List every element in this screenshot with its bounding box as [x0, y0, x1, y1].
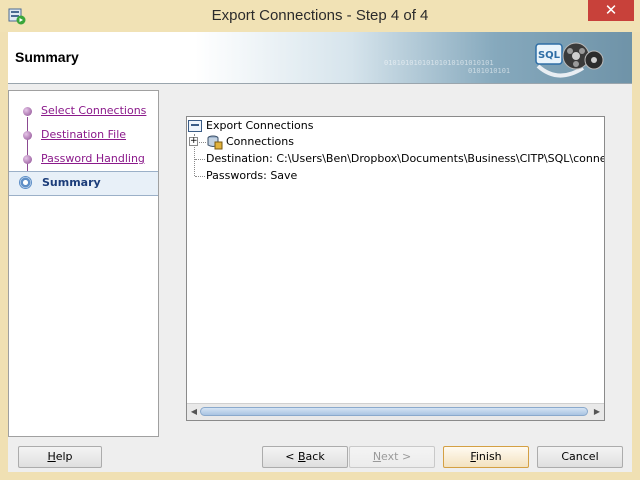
- current-step-icon: [19, 176, 32, 189]
- dialog-body: Summary 01010101010101010101010101 01010…: [8, 32, 632, 472]
- header-banner: Summary 01010101010101010101010101 01010…: [8, 32, 632, 84]
- page-title: Summary: [15, 49, 79, 65]
- scroll-thumb[interactable]: [200, 407, 588, 416]
- tree-passwords-label: Passwords: Save: [206, 169, 298, 182]
- expand-icon[interactable]: +: [189, 137, 198, 146]
- cancel-button[interactable]: Cancel: [537, 446, 623, 468]
- scroll-right-icon[interactable]: ▶: [590, 406, 604, 418]
- export-root-icon: [188, 120, 202, 132]
- wizard-steps-panel: Select Connections Destination File Pass…: [8, 90, 159, 437]
- step-select-connections[interactable]: Select Connections: [9, 100, 158, 123]
- tree-root-label: Export Connections: [206, 119, 314, 132]
- tree-destination-label: Destination: C:\Users\Ben\Dropbox\Docume…: [206, 152, 604, 165]
- back-button[interactable]: < Back: [262, 446, 348, 468]
- tree-root-row[interactable]: Export Connections: [187, 118, 604, 134]
- svg-text:SQL: SQL: [538, 50, 561, 61]
- binary-decoration: 01010101010101010101010101 0101010101: [384, 59, 511, 75]
- tree-passwords-row[interactable]: Passwords: Save: [187, 168, 604, 184]
- title-bar: Export Connections - Step 4 of 4 ✕: [0, 0, 640, 32]
- step-destination-file[interactable]: Destination File: [9, 124, 158, 147]
- step-dot-icon: [23, 131, 32, 140]
- step-link-destination-file[interactable]: Destination File: [41, 128, 126, 141]
- tree-connections-label: Connections: [226, 135, 294, 148]
- finish-button[interactable]: Finish: [443, 446, 529, 468]
- step-link-select-connections[interactable]: Select Connections: [41, 104, 146, 117]
- close-icon: ✕: [604, 1, 618, 19]
- step-dot-icon: [23, 155, 32, 164]
- step-link-password-handling[interactable]: Password Handling: [41, 152, 145, 165]
- step-label-summary: Summary: [42, 176, 101, 189]
- help-button[interactable]: Help: [18, 446, 102, 468]
- step-password-handling[interactable]: Password Handling: [9, 148, 158, 171]
- tree-destination-row[interactable]: Destination: C:\Users\Ben\Dropbox\Docume…: [187, 151, 604, 167]
- next-button[interactable]: Next >: [349, 446, 435, 468]
- close-button[interactable]: ✕: [588, 0, 634, 21]
- step-summary-current: Summary: [9, 171, 158, 196]
- scroll-left-icon[interactable]: ◀: [187, 406, 201, 418]
- database-connection-icon: [207, 135, 223, 150]
- horizontal-scrollbar[interactable]: ◀ ▶: [187, 403, 604, 420]
- step-dot-icon: [23, 107, 32, 116]
- summary-tree[interactable]: Export Connections + Connections Destina…: [186, 116, 605, 421]
- window-title: Export Connections - Step 4 of 4: [211, 7, 429, 24]
- tree-connections-row[interactable]: + Connections: [187, 134, 604, 150]
- sql-export-banner-icon: SQL: [535, 42, 604, 78]
